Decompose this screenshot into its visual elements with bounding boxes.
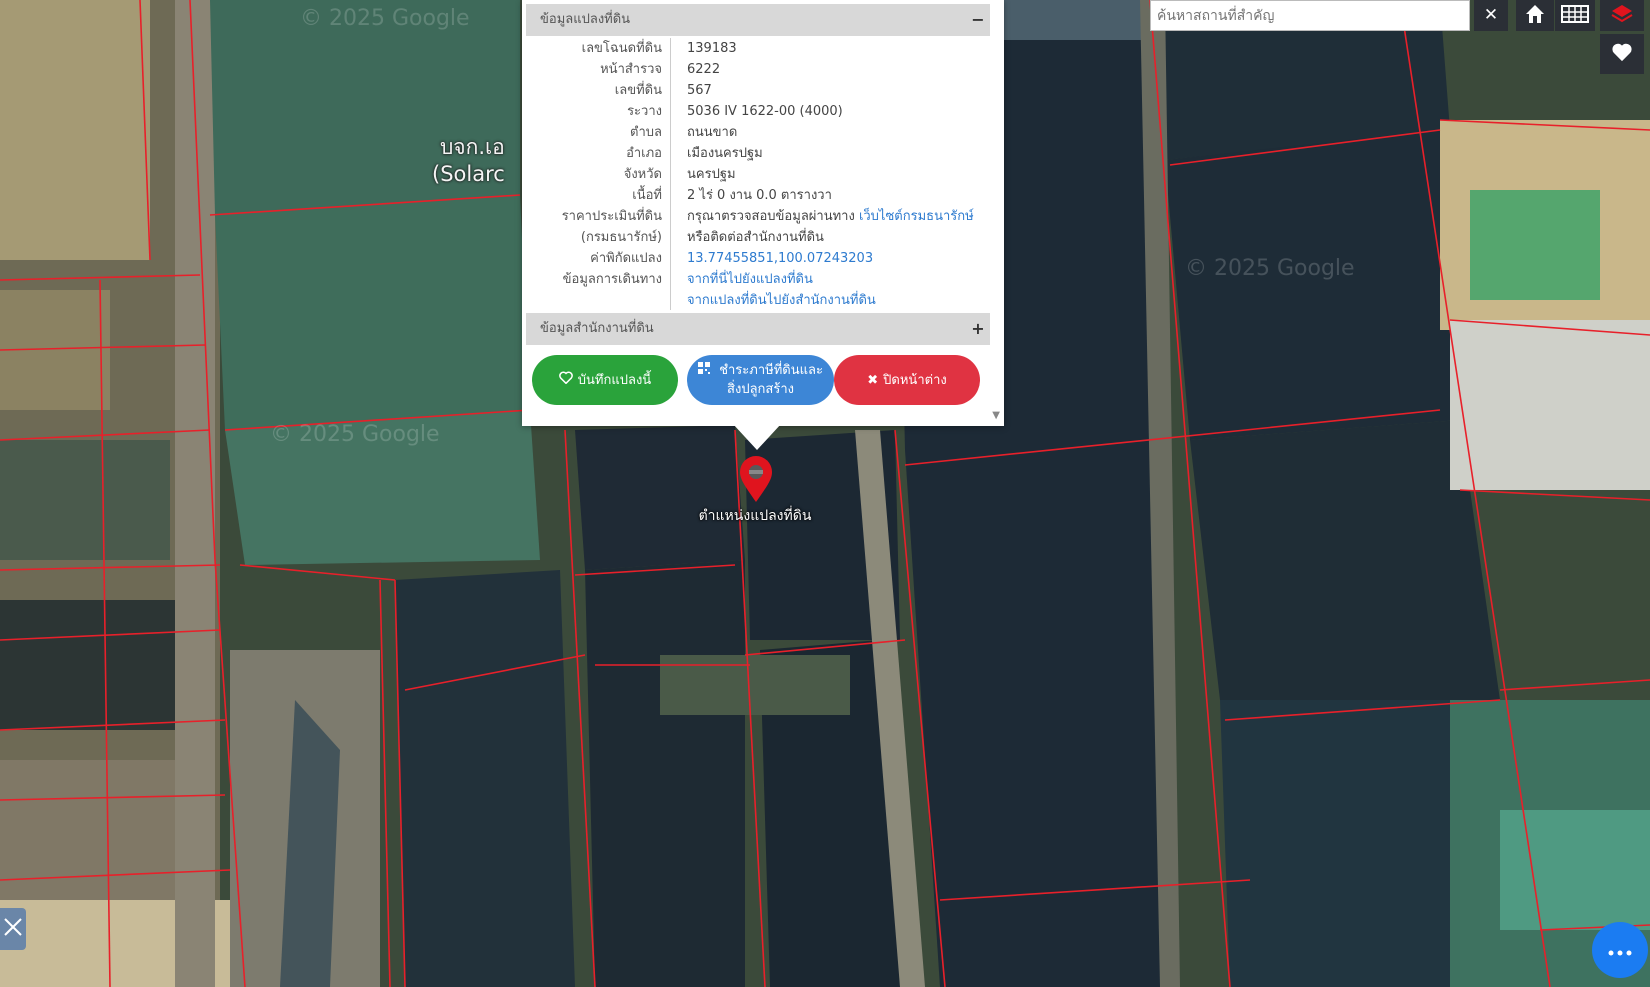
row-label: เลขโฉนดที่ดิน — [581, 41, 662, 56]
close-window-button[interactable]: ✖ ปิดหน้าต่าง — [834, 355, 980, 405]
table-row: เนื้อที่ 2 ไร่ 0 งาน 0.0 ตารางวา — [526, 185, 990, 206]
table-row: (กรมธนารักษ์) หรือติดต่อสำนักงานที่ดิน — [526, 227, 990, 248]
google-watermark: © 2025 Google — [300, 6, 470, 31]
row-value: 567 — [687, 83, 712, 98]
close-icon: ✖ — [867, 372, 879, 388]
close-window-label: ปิดหน้าต่าง — [883, 372, 947, 388]
table-row: อำเภอ เมืองนครปฐม — [526, 143, 990, 164]
land-office-header-label: ข้อมูลสำนักงานที่ดิน — [540, 321, 654, 336]
heart-icon — [1611, 42, 1633, 66]
parcel-info-header[interactable]: ข้อมูลแปลงที่ดิน − — [526, 4, 990, 36]
grid-view-button[interactable] — [1555, 0, 1595, 31]
ruler-pencil-icon — [3, 917, 23, 941]
table-row: ราคาประเมินที่ดิน กรุณาตรวจสอบข้อมูลผ่าน… — [526, 206, 990, 227]
price-value: กรุณาตรวจสอบข้อมูลผ่านทาง เว็บไซต์กรมธนา… — [687, 206, 974, 227]
pay-tax-label-1: ชำระภาษีที่ดินและ — [719, 363, 823, 378]
table-row: ระวาง 5036 IV 1622-00 (4000) — [526, 101, 990, 122]
poi-label-line-1: บจก.เอ — [439, 135, 505, 159]
poi-label-line-2: (Solarc — [432, 162, 505, 186]
heart-outline-icon — [558, 370, 573, 390]
row-value: 139183 — [687, 41, 737, 56]
map-pin-icon[interactable] — [738, 455, 774, 503]
layers-button[interactable] — [1600, 0, 1644, 31]
marker-label: ตำแหน่งแปลงที่ดิน — [698, 508, 812, 524]
price-text: กรุณาตรวจสอบข้อมูลผ่านทาง — [687, 209, 859, 224]
scroll-down-icon[interactable]: ▼ — [992, 410, 1000, 421]
row-value: เมืองนครปฐม — [687, 146, 763, 161]
table-row: เลขที่ดิน 567 — [526, 80, 990, 101]
row-label: เนื้อที่ — [632, 188, 662, 203]
coordinate-label: ค่าพิกัดแปลง — [590, 251, 662, 266]
pay-land-tax-button[interactable]: ชำระภาษีที่ดินและ สิ่งปลูกสร้าง — [687, 355, 834, 405]
table-row: ข้อมูลการเดินทาง จากที่นี่ไปยังแปลงที่ดิ… — [526, 269, 990, 290]
route-label: ข้อมูลการเดินทาง — [562, 272, 662, 287]
chat-button[interactable] — [1592, 922, 1648, 978]
row-value: ถนนขาด — [687, 125, 738, 140]
poi-label: บจก.เอ (Solarc — [432, 134, 505, 188]
table-row: จังหวัด นครปฐม — [526, 164, 990, 185]
layers-icon — [1611, 3, 1633, 29]
coordinate-value-wrap: 13.77455851,100.07243203 — [687, 248, 873, 269]
parcel-info-table: เลขโฉนดที่ดิน 139183 หน้าสำรวจ 6222 เลขท… — [526, 38, 990, 311]
row-label: ระวาง — [627, 104, 662, 119]
row-value: 6222 — [687, 62, 721, 77]
coordinate-link[interactable]: 13.77455851,100.07243203 — [687, 251, 873, 266]
row-value: 2 ไร่ 0 งาน 0.0 ตารางวา — [687, 188, 832, 203]
table-row: เลขโฉนดที่ดิน 139183 — [526, 38, 990, 59]
land-office-header[interactable]: ข้อมูลสำนักงานที่ดิน + — [526, 313, 990, 345]
clear-search-button[interactable]: ✕ — [1474, 0, 1508, 31]
price-note: หรือติดต่อสำนักงานที่ดิน — [687, 230, 824, 245]
table-row: ตำบล ถนนขาด — [526, 122, 990, 143]
pay-tax-label-2: สิ่งปลูกสร้าง — [727, 382, 794, 397]
parcel-info-header-label: ข้อมูลแปลงที่ดิน — [540, 12, 631, 27]
row-value: นครปฐม — [687, 167, 736, 182]
parcel-info-popup: ข้อมูลแปลงที่ดิน − เลขโฉนดที่ดิน 139183 … — [522, 0, 1004, 426]
collapse-icon[interactable]: − — [970, 4, 986, 36]
grid-icon — [1561, 4, 1589, 27]
row-label: ตำบล — [630, 125, 662, 140]
google-watermark: © 2025 Google — [1185, 256, 1355, 281]
pay-tax-line-1: ชำระภาษีที่ดินและ — [698, 361, 823, 380]
home-button[interactable] — [1516, 0, 1554, 31]
popup-pointer — [733, 424, 781, 450]
save-parcel-label: บันทึกแปลงนี้ — [577, 372, 652, 388]
route-to-office-link[interactable]: จากแปลงที่ดินไปยังสำนักงานที่ดิน — [687, 293, 876, 308]
home-icon — [1524, 3, 1546, 29]
table-row: ค่าพิกัดแปลง 13.77455851,100.07243203 — [526, 248, 990, 269]
route-to-parcel-link[interactable]: จากที่นี่ไปยังแปลงที่ดิน — [687, 272, 813, 287]
route-link-wrap-1: จากที่นี่ไปยังแปลงที่ดิน — [687, 269, 813, 290]
favorites-button[interactable] — [1600, 34, 1644, 74]
save-parcel-button[interactable]: บันทึกแปลงนี้ — [532, 355, 678, 405]
route-link-wrap-2: จากแปลงที่ดินไปยังสำนักงานที่ดิน — [687, 290, 876, 311]
row-value: 5036 IV 1622-00 (4000) — [687, 104, 843, 119]
price-label: ราคาประเมินที่ดิน — [561, 209, 662, 224]
more-dots-icon — [1608, 941, 1632, 960]
table-row: หน้าสำรวจ 6222 — [526, 59, 990, 80]
measure-tools-button[interactable] — [0, 908, 26, 950]
row-label: หน้าสำรวจ — [600, 62, 662, 77]
price-label-sub: (กรมธนารักษ์) — [580, 230, 662, 245]
qr-code-icon — [698, 362, 714, 378]
treasury-website-link[interactable]: เว็บไซต์กรมธนารักษ์ — [859, 209, 974, 224]
table-row: จากแปลงที่ดินไปยังสำนักงานที่ดิน — [526, 290, 990, 311]
search-input[interactable] — [1150, 0, 1470, 31]
row-label: เลขที่ดิน — [614, 83, 662, 98]
search-bar — [1150, 0, 1470, 31]
expand-icon[interactable]: + — [970, 313, 986, 345]
row-label: อำเภอ — [626, 146, 662, 161]
row-label: จังหวัด — [623, 167, 662, 182]
google-watermark: © 2025 Google — [270, 422, 440, 447]
